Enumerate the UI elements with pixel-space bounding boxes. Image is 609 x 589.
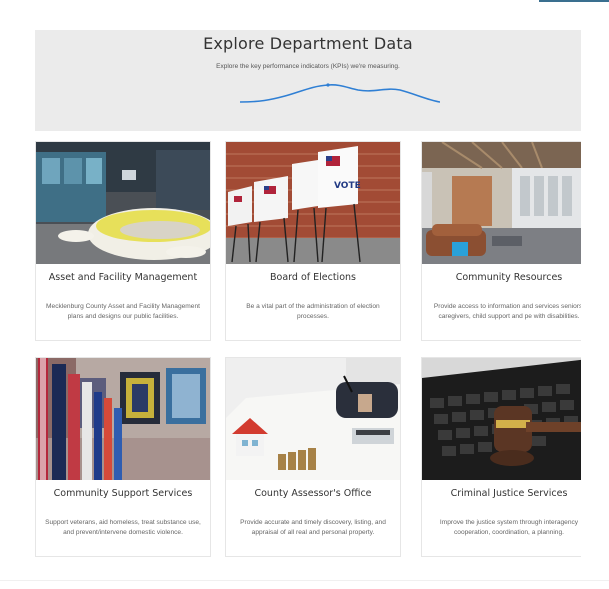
- department-card-asset-facility[interactable]: Asset and Facility Management Mecklenbur…: [35, 141, 211, 341]
- card-description: Be a vital part of the administration of…: [246, 303, 380, 320]
- card-image-voting-booths: VOTE: [226, 142, 400, 264]
- card-description: Provide access to information and servic…: [433, 303, 581, 320]
- card-description: Improve the justice system through inter…: [439, 519, 579, 536]
- department-card-criminal-justice[interactable]: Criminal Justice Services Improve the ju…: [421, 357, 581, 557]
- card-description: Mecklenburg County Asset and Facility Ma…: [46, 303, 200, 320]
- card-image-lobby: [36, 142, 210, 264]
- page-title: Explore Department Data: [203, 34, 413, 53]
- svg-text:VOTE: VOTE: [334, 181, 361, 191]
- card-title[interactable]: Board of Elections: [226, 272, 400, 283]
- department-card-community-resources[interactable]: Community Resources Provide access to in…: [421, 141, 581, 341]
- department-grid: Asset and Facility Management Mecklenbur…: [35, 141, 581, 557]
- card-title[interactable]: Asset and Facility Management: [36, 272, 210, 283]
- card-image-house-model: [226, 358, 400, 480]
- hero-banner: Explore Department Data Explore the key …: [35, 30, 581, 131]
- card-title[interactable]: County Assessor's Office: [226, 488, 400, 499]
- page-subtitle: Explore the key performance indicators (…: [216, 63, 400, 70]
- top-accent-bar: [539, 0, 609, 2]
- card-image-flags-quilts: [36, 358, 210, 480]
- card-image-gavel-keyboard: [422, 358, 581, 480]
- department-card-community-support[interactable]: Community Support Services Support veter…: [35, 357, 211, 557]
- footer-divider: [0, 580, 609, 581]
- card-title[interactable]: Community Support Services: [36, 488, 210, 499]
- card-image-library: [422, 142, 581, 264]
- card-title[interactable]: Community Resources: [422, 272, 581, 283]
- card-title[interactable]: Criminal Justice Services: [422, 488, 581, 499]
- department-card-elections[interactable]: VOTE Board of Elections Be a vital part …: [225, 141, 401, 341]
- card-description: Support veterans, aid homeless, treat su…: [45, 519, 201, 536]
- wave-decoration-icon: [240, 83, 440, 103]
- card-description: Provide accurate and timely discovery, l…: [240, 519, 386, 536]
- department-card-county-assessor[interactable]: County Assessor's Office Provide accurat…: [225, 357, 401, 557]
